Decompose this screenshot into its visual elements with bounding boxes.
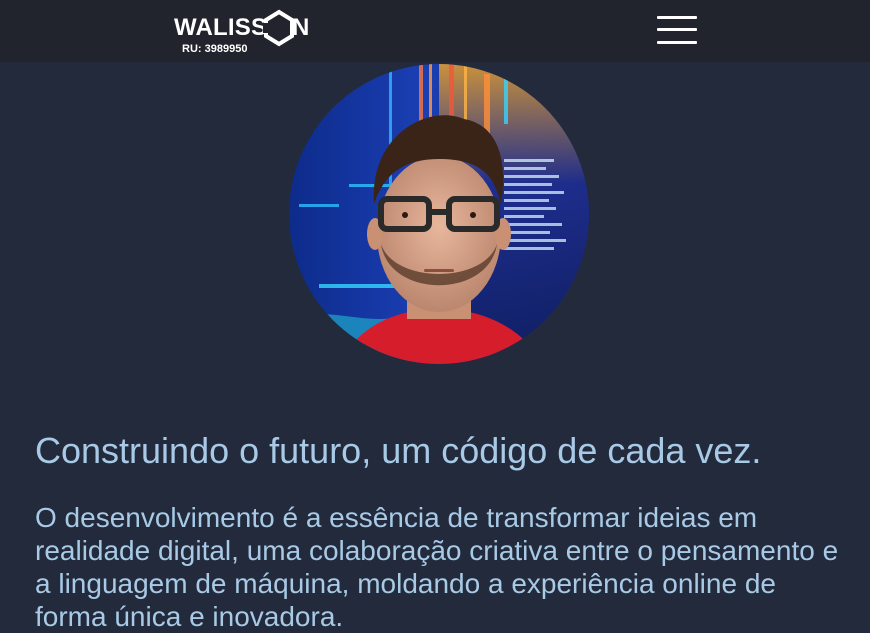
logo-wordmark-end: N — [292, 14, 310, 41]
top-navigation-bar: WALISS N RU: 3989950 — [0, 0, 870, 62]
hero-headline: Construindo o futuro, um código de cada … — [35, 430, 762, 472]
hero-intro-paragraph: O desenvolvimento é a essência de transf… — [35, 502, 839, 632]
logo-ru-number: RU: 3989950 — [182, 43, 248, 55]
logo-wordmark: WALISS — [174, 14, 268, 41]
hamburger-menu-button[interactable] — [656, 14, 700, 48]
profile-photo — [289, 64, 589, 364]
profile-photo-image — [289, 64, 589, 364]
site-logo[interactable]: WALISS N RU: 3989950 — [174, 6, 314, 58]
hexagon-logo-icon — [263, 9, 294, 47]
